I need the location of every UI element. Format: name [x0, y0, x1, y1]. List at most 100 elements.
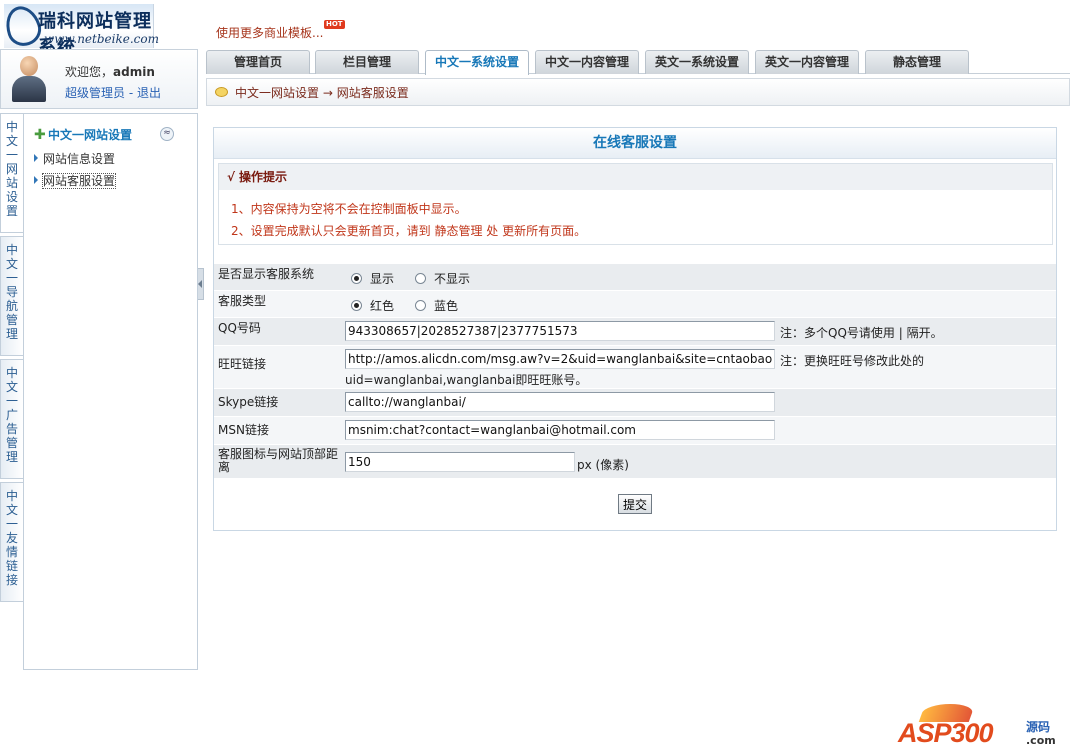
speech-bubble-icon — [215, 87, 228, 97]
tab-cn-system-settings[interactable]: 中文一系统设置 — [425, 50, 529, 75]
type-option-red: 红色 — [370, 299, 395, 313]
radio-checked-icon — [351, 300, 362, 311]
tips-heading: √ 操作提示 — [219, 164, 1052, 190]
wangwang-value: 注：更换旺旺号修改此处的 uid=wanglanbai,wanglanbai即旺… — [343, 346, 1056, 388]
breadcrumb-parent[interactable]: 中文一网站设置 — [235, 86, 319, 100]
tab-column-manage[interactable]: 栏目管理 — [315, 50, 419, 74]
tip-line-1: 1、内容保持为空将不会在控制面板中显示。 — [231, 202, 467, 216]
tips-box: √ 操作提示 1、内容保持为空将不会在控制面板中显示。 2、设置完成默认只会更新首… — [218, 163, 1053, 245]
row-top-distance: 客服图标与网站顶部距离 px (像素) — [214, 444, 1056, 478]
radio-checked-icon — [351, 273, 362, 284]
vtab-cn-friend-links[interactable]: 中文一友情链接 — [0, 482, 23, 602]
avatar-head-icon — [20, 56, 38, 76]
top-distance-value: px (像素) — [343, 445, 1056, 478]
username: admin — [113, 65, 155, 79]
user-box: 欢迎您，admin 超级管理员 - 退出 — [0, 49, 198, 109]
top-distance-label: 客服图标与网站顶部距离 — [214, 445, 343, 478]
menu-item-label: 网站信息设置 — [43, 152, 116, 166]
type-radio-red[interactable]: 红色 — [351, 297, 394, 314]
vertical-tabs: 中文一网站设置 中文一导航管理 中文一广告管理 中文一友情链接 — [0, 113, 23, 605]
tip-line-2: 2、设置完成默认只会更新首页，请到 静态管理 处 更新所有页面。 — [231, 224, 587, 238]
logo-url: www.netbeike.com — [44, 32, 159, 46]
plus-icon: ✚ — [34, 127, 46, 143]
show-radio-yes[interactable]: 显示 — [351, 270, 394, 287]
promo-text[interactable]: 使用更多商业模板... — [216, 26, 323, 40]
check-icon: √ — [227, 170, 236, 184]
wangwang-input[interactable] — [345, 349, 775, 369]
wangwang-note-2: uid=wanglanbai,wanglanbai即旺旺账号。 — [345, 373, 588, 387]
show-option-yes: 显示 — [370, 272, 395, 286]
type-radio-blue[interactable]: 蓝色 — [415, 297, 458, 314]
panel-title: 在线客服设置 — [214, 128, 1056, 159]
menu-heading[interactable]: ✚ 中文一网站设置 — [34, 126, 132, 143]
wangwang-label: 旺旺链接 — [214, 346, 343, 388]
row-qq: QQ号码 注：多个QQ号请使用 | 隔开。 — [214, 317, 1056, 345]
menu-item-label: 网站客服设置 — [41, 173, 117, 189]
show-system-label: 是否显示客服系统 — [214, 264, 343, 290]
breadcrumb-current[interactable]: 网站客服设置 — [337, 86, 409, 100]
skype-value — [343, 389, 1056, 416]
wangwang-note: 注：更换旺旺号修改此处的 — [780, 354, 925, 368]
service-type-value: 红色 蓝色 — [343, 291, 1056, 317]
watermark-cn: 源码 — [1026, 720, 1051, 734]
sidebar-toggle-handle[interactable] — [198, 268, 204, 300]
skype-input[interactable] — [345, 392, 775, 412]
qq-input[interactable] — [345, 321, 775, 341]
row-show-system: 是否显示客服系统 显示 不显示 — [214, 263, 1056, 290]
msn-label: MSN链接 — [214, 417, 343, 444]
menu-heading-label: 中文一网站设置 — [48, 128, 133, 142]
radio-unchecked-icon — [415, 273, 426, 284]
tab-static-manage[interactable]: 静态管理 — [865, 50, 969, 74]
vtab-cn-nav-manage[interactable]: 中文一导航管理 — [0, 236, 23, 356]
vtab-cn-ad-manage[interactable]: 中文一广告管理 — [0, 359, 23, 479]
skype-label: Skype链接 — [214, 389, 343, 416]
triangle-right-icon — [34, 176, 38, 184]
triangle-right-icon — [34, 154, 38, 162]
watermark-com: .com — [1026, 734, 1056, 747]
row-skype: Skype链接 — [214, 388, 1056, 416]
tab-en-content-manage[interactable]: 英文一内容管理 — [755, 50, 859, 74]
type-option-blue: 蓝色 — [434, 299, 459, 313]
watermark-logo: ASP300 源码 .com — [898, 704, 1064, 750]
avatar — [11, 56, 47, 102]
show-system-value: 显示 不显示 — [343, 264, 1056, 290]
vtab-cn-site-settings[interactable]: 中文一网站设置 — [0, 113, 23, 233]
qq-label: QQ号码 — [214, 318, 343, 345]
main-panel: 在线客服设置 √ 操作提示 1、内容保持为空将不会在控制面板中显示。 2、设置完成… — [213, 127, 1057, 531]
row-service-type: 客服类型 红色 蓝色 — [214, 290, 1056, 317]
tab-admin-home[interactable]: 管理首页 — [206, 50, 310, 74]
tab-cn-content-manage[interactable]: 中文一内容管理 — [535, 50, 639, 74]
hot-badge: HOT — [324, 20, 345, 29]
msn-input[interactable] — [345, 420, 775, 440]
show-option-no: 不显示 — [434, 272, 471, 286]
qq-value: 注：多个QQ号请使用 | 隔开。 — [343, 318, 1056, 345]
row-wangwang: 旺旺链接 注：更换旺旺号修改此处的 uid=wanglanbai,wanglan… — [214, 345, 1056, 388]
promo-link[interactable]: 使用更多商业模板... HOT — [216, 20, 345, 41]
user-role-line: 超级管理员 - 退出 — [65, 84, 161, 101]
top-tab-bar: 管理首页 栏目管理 中文一系统设置 中文一内容管理 英文一系统设置 英文一内容管… — [206, 50, 1070, 75]
watermark-text: ASP300 — [898, 718, 994, 748]
collapse-icon[interactable]: ≈ — [160, 127, 174, 141]
breadcrumb: 中文一网站设置 → 网站客服设置 — [206, 78, 1070, 106]
qq-note: 注：多个QQ号请使用 | 隔开。 — [780, 326, 943, 340]
breadcrumb-arrow: → — [322, 86, 333, 100]
row-msn: MSN链接 — [214, 416, 1056, 444]
top-distance-input[interactable] — [345, 452, 575, 472]
settings-form: 是否显示客服系统 显示 不显示 客服类型 红色 蓝色 QQ号码 94330865… — [214, 263, 1056, 478]
service-type-label: 客服类型 — [214, 291, 343, 317]
show-radio-no[interactable]: 不显示 — [415, 270, 470, 287]
radio-unchecked-icon — [415, 300, 426, 311]
welcome-text: 欢迎您，admin — [65, 63, 155, 80]
tips-title: 操作提示 — [239, 170, 288, 184]
tab-en-system-settings[interactable]: 英文一系统设置 — [645, 50, 749, 74]
menu-item-customer-service[interactable]: 网站客服设置 — [34, 172, 117, 189]
submit-button[interactable]: 提交 — [618, 494, 652, 514]
logout-link[interactable]: - 退出 — [129, 86, 161, 100]
user-role-link[interactable]: 超级管理员 — [65, 86, 125, 100]
logo: 瑞科网站管理系统 www.netbeike.com — [0, 1, 159, 58]
msn-value — [343, 417, 1056, 444]
left-menu-panel: ✚ 中文一网站设置 ≈ 网站信息设置 网站客服设置 — [23, 113, 198, 670]
top-distance-unit: px (像素) — [577, 458, 629, 472]
welcome-prefix: 欢迎您， — [65, 65, 114, 79]
menu-item-site-info[interactable]: 网站信息设置 — [34, 150, 115, 167]
